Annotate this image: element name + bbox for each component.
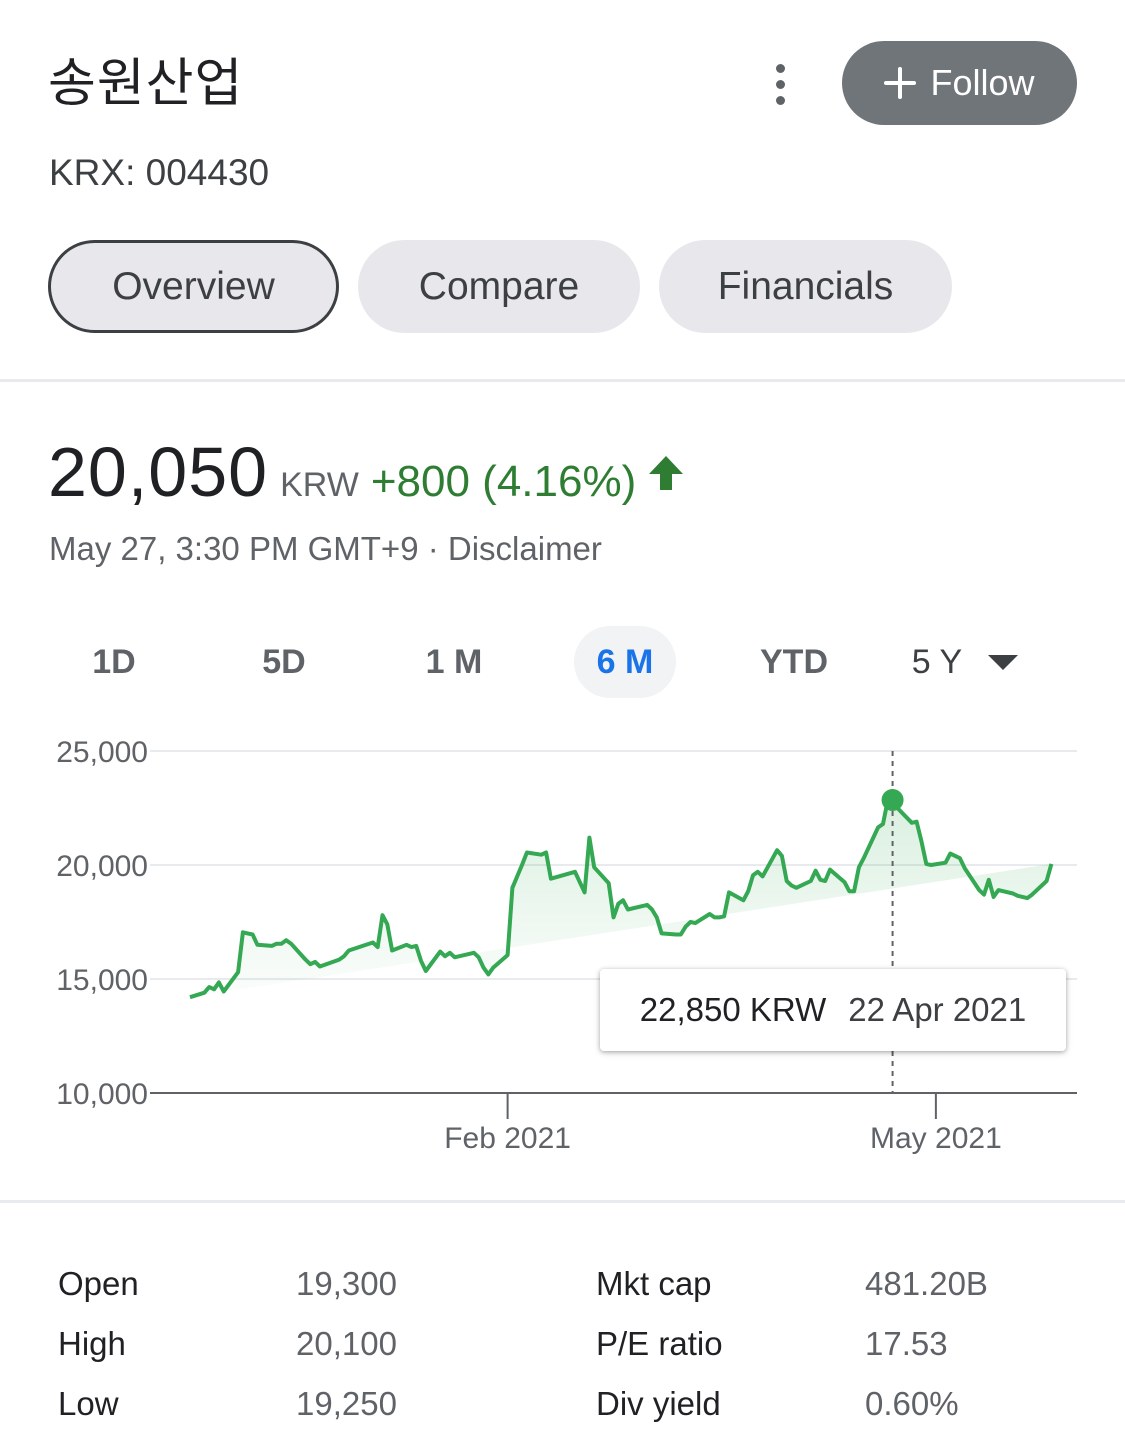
tab-compare[interactable]: Compare [358,240,640,333]
price-line [189,796,1054,1000]
tooltip-value: 22,850 KRW [639,991,827,1028]
tab-financials[interactable]: Financials [659,240,952,333]
current-price: 20,050 [48,433,269,511]
price-change: +800 (4.16%) [370,457,637,506]
currency: KRW [280,466,359,504]
stat-value-open: 19,300 [296,1265,397,1302]
y-tick-label: 15,000 [56,964,148,997]
y-tick-label: 10,000 [56,1078,148,1111]
stat-value-div-yield: 0.60% [865,1385,959,1422]
more-vert-icon[interactable] [756,58,804,110]
range-5d[interactable]: 5D [234,626,334,698]
range-5y-label: 5 Y [911,642,963,681]
caret-down-icon [988,654,1019,670]
tooltip-date: 22 Apr 2021 [848,991,1027,1028]
y-tick-label: 20,000 [56,850,148,883]
hover-point [881,789,904,812]
stat-label-high: High [58,1325,126,1362]
company-name: 송원산업 [48,54,244,114]
price-chart[interactable]: 25,000 20,000 15,000 10,000 Feb 2021 May 202… [0,730,1125,1170]
stat-label-mkt-cap: Mkt cap [596,1265,712,1302]
follow-label: Follow [930,62,1035,103]
chart-tooltip: 22,850 KRW 22 Apr 2021 [600,969,1066,1051]
range-6m[interactable]: 6 M [574,626,676,698]
divider [0,1200,1125,1203]
stat-value-pe-ratio: 17.53 [865,1325,948,1362]
tab-overview[interactable]: Overview [48,240,339,333]
price-row: 20,050 KRW +800 (4.16%) [48,432,684,512]
plus-icon [884,67,917,99]
x-tick-label: May 2021 [870,1122,1002,1155]
stat-value-low: 19,250 [296,1385,397,1422]
stat-label-low: Low [58,1385,119,1422]
stat-label-pe-ratio: P/E ratio [596,1325,723,1362]
y-tick-label: 25,000 [56,736,148,769]
x-axis-ticks: Feb 2021 May 2021 [444,1093,1002,1155]
stat-label-div-yield: Div yield [596,1385,721,1422]
range-ytd[interactable]: YTD [744,626,844,698]
quote-timestamp: May 27, 3:30 PM GMT+9 · Disclaimer [49,530,602,567]
follow-button[interactable]: Follow [842,41,1077,125]
stat-value-high: 20,100 [296,1325,397,1362]
stat-value-mkt-cap: 481.20B [865,1265,988,1302]
range-1m[interactable]: 1 M [404,626,504,698]
arrow-up-icon [648,454,684,497]
x-tick-label: Feb 2021 [444,1122,571,1155]
stat-label-open: Open [58,1265,139,1302]
y-axis-labels: 25,000 20,000 15,000 10,000 [56,736,148,1111]
ticker-symbol: KRX: 004430 [49,152,270,193]
divider [0,379,1125,382]
range-1d[interactable]: 1D [64,626,164,698]
range-5y-dropdown[interactable]: 5 Y [900,626,1030,698]
